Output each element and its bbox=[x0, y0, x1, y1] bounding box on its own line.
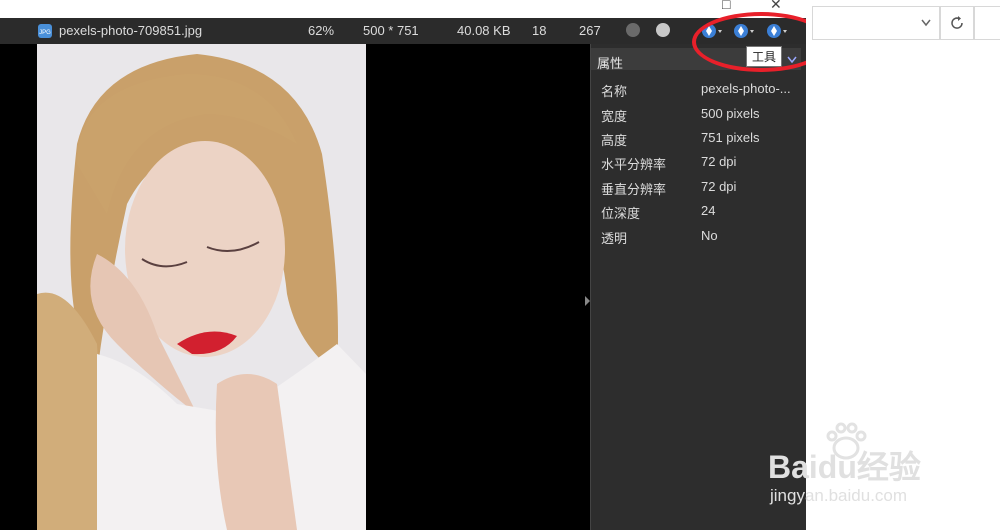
chevron-down-icon[interactable] bbox=[921, 19, 931, 27]
image-viewer-window: □ ✕ JPG pexels-photo-709851.jpg 62% 500 … bbox=[0, 0, 807, 530]
portrait-photo bbox=[37, 44, 366, 530]
property-value: 500 pixels bbox=[701, 106, 760, 121]
jpg-file-icon: JPG bbox=[38, 24, 52, 38]
property-key: 宽度 bbox=[601, 109, 628, 124]
watermark-url: jingyan.baidu.com bbox=[770, 486, 908, 505]
file-size: 40.08 KB bbox=[457, 23, 511, 38]
refresh-button[interactable] bbox=[940, 6, 974, 40]
property-key: 名称 bbox=[601, 84, 628, 99]
image-index: 18 bbox=[532, 23, 547, 38]
maximize-icon[interactable]: □ bbox=[722, 0, 730, 12]
property-key: 垂直分辨率 bbox=[601, 182, 667, 197]
filename-label: pexels-photo-709851.jpg bbox=[59, 23, 203, 38]
search-field[interactable] bbox=[974, 6, 1000, 40]
property-key: 透明 bbox=[601, 231, 628, 246]
close-icon[interactable]: ✕ bbox=[770, 0, 782, 13]
address-field[interactable] bbox=[812, 6, 940, 40]
property-key: 高度 bbox=[601, 133, 628, 148]
property-value: 24 bbox=[701, 203, 716, 218]
property-value: pexels-photo-... bbox=[701, 81, 791, 96]
image-total: 267 bbox=[579, 23, 601, 38]
info-bar: JPG pexels-photo-709851.jpg 62% 500 * 75… bbox=[0, 18, 806, 44]
svg-text:JPG: JPG bbox=[39, 30, 51, 36]
property-value: 751 pixels bbox=[701, 130, 760, 145]
property-value: 72 dpi bbox=[701, 154, 737, 169]
property-value: No bbox=[701, 228, 718, 243]
circle-button-2[interactable] bbox=[656, 23, 670, 37]
watermark-brand: Baidu经验 bbox=[768, 449, 921, 485]
property-key: 水平分辨率 bbox=[601, 157, 667, 172]
property-key: 位深度 bbox=[601, 206, 641, 221]
circle-button-1[interactable] bbox=[626, 23, 640, 37]
refresh-icon bbox=[951, 16, 963, 29]
property-value: 72 dpi bbox=[701, 179, 737, 194]
zoom-level[interactable]: 62% bbox=[308, 23, 334, 38]
properties-title: 属性 bbox=[597, 56, 624, 71]
window-title-strip: □ ✕ bbox=[0, 0, 806, 18]
image-dimensions: 500 * 751 bbox=[363, 23, 419, 38]
